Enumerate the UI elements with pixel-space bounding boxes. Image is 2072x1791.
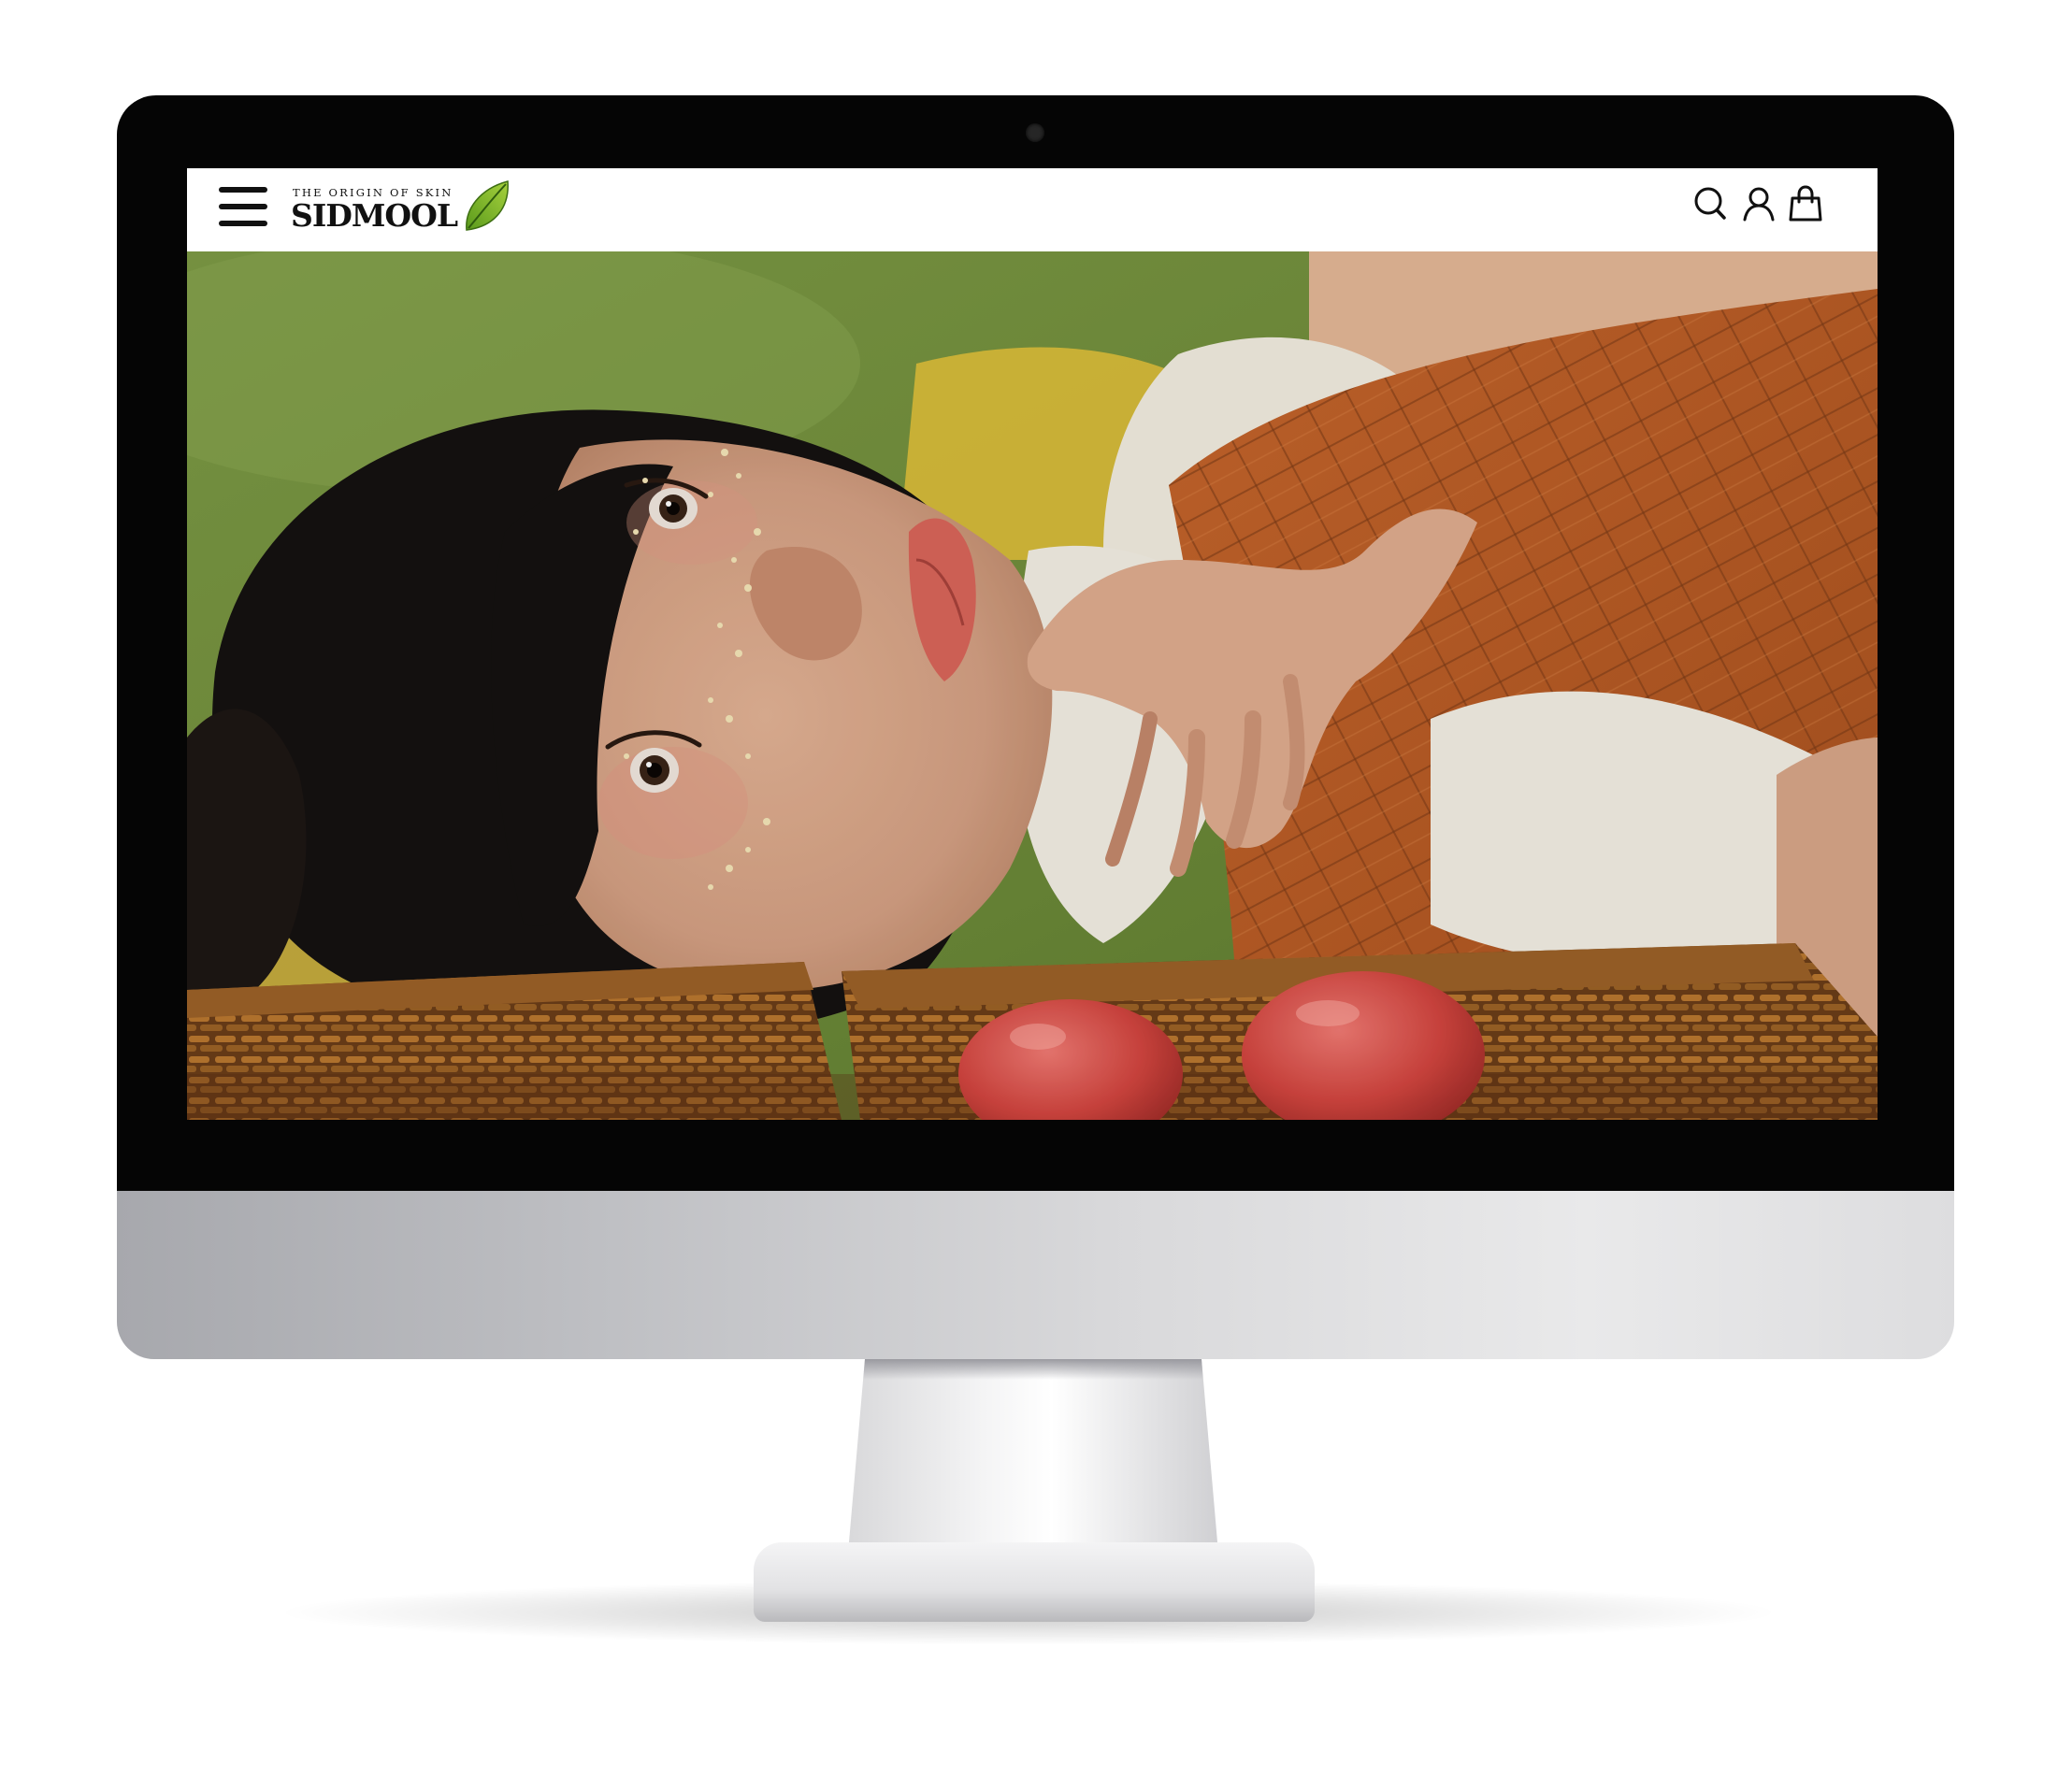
screen-webpage: THE ORIGIN OF SKIN SIDMOOL [187, 168, 1878, 1120]
monitor-stand-foot [754, 1542, 1315, 1622]
leaf-icon [466, 180, 509, 231]
shopping-bag-icon[interactable] [1788, 185, 1823, 222]
brand-name: SIDMOOL [291, 197, 458, 234]
hero-banner-photo[interactable] [187, 251, 1878, 1120]
hero-photo-illustration [187, 251, 1878, 1120]
site-header: THE ORIGIN OF SKIN SIDMOOL [187, 168, 1878, 251]
monitor-chin [117, 1191, 1954, 1359]
search-icon[interactable] [1692, 185, 1728, 222]
webcam-icon [1026, 123, 1044, 142]
brand-logo[interactable]: THE ORIGIN OF SKIN SIDMOOL [291, 176, 517, 241]
hamburger-menu-icon[interactable] [219, 184, 267, 229]
user-account-icon[interactable] [1741, 185, 1777, 222]
desktop-monitor-mockup: THE ORIGIN OF SKIN SIDMOOL [0, 0, 2072, 1791]
